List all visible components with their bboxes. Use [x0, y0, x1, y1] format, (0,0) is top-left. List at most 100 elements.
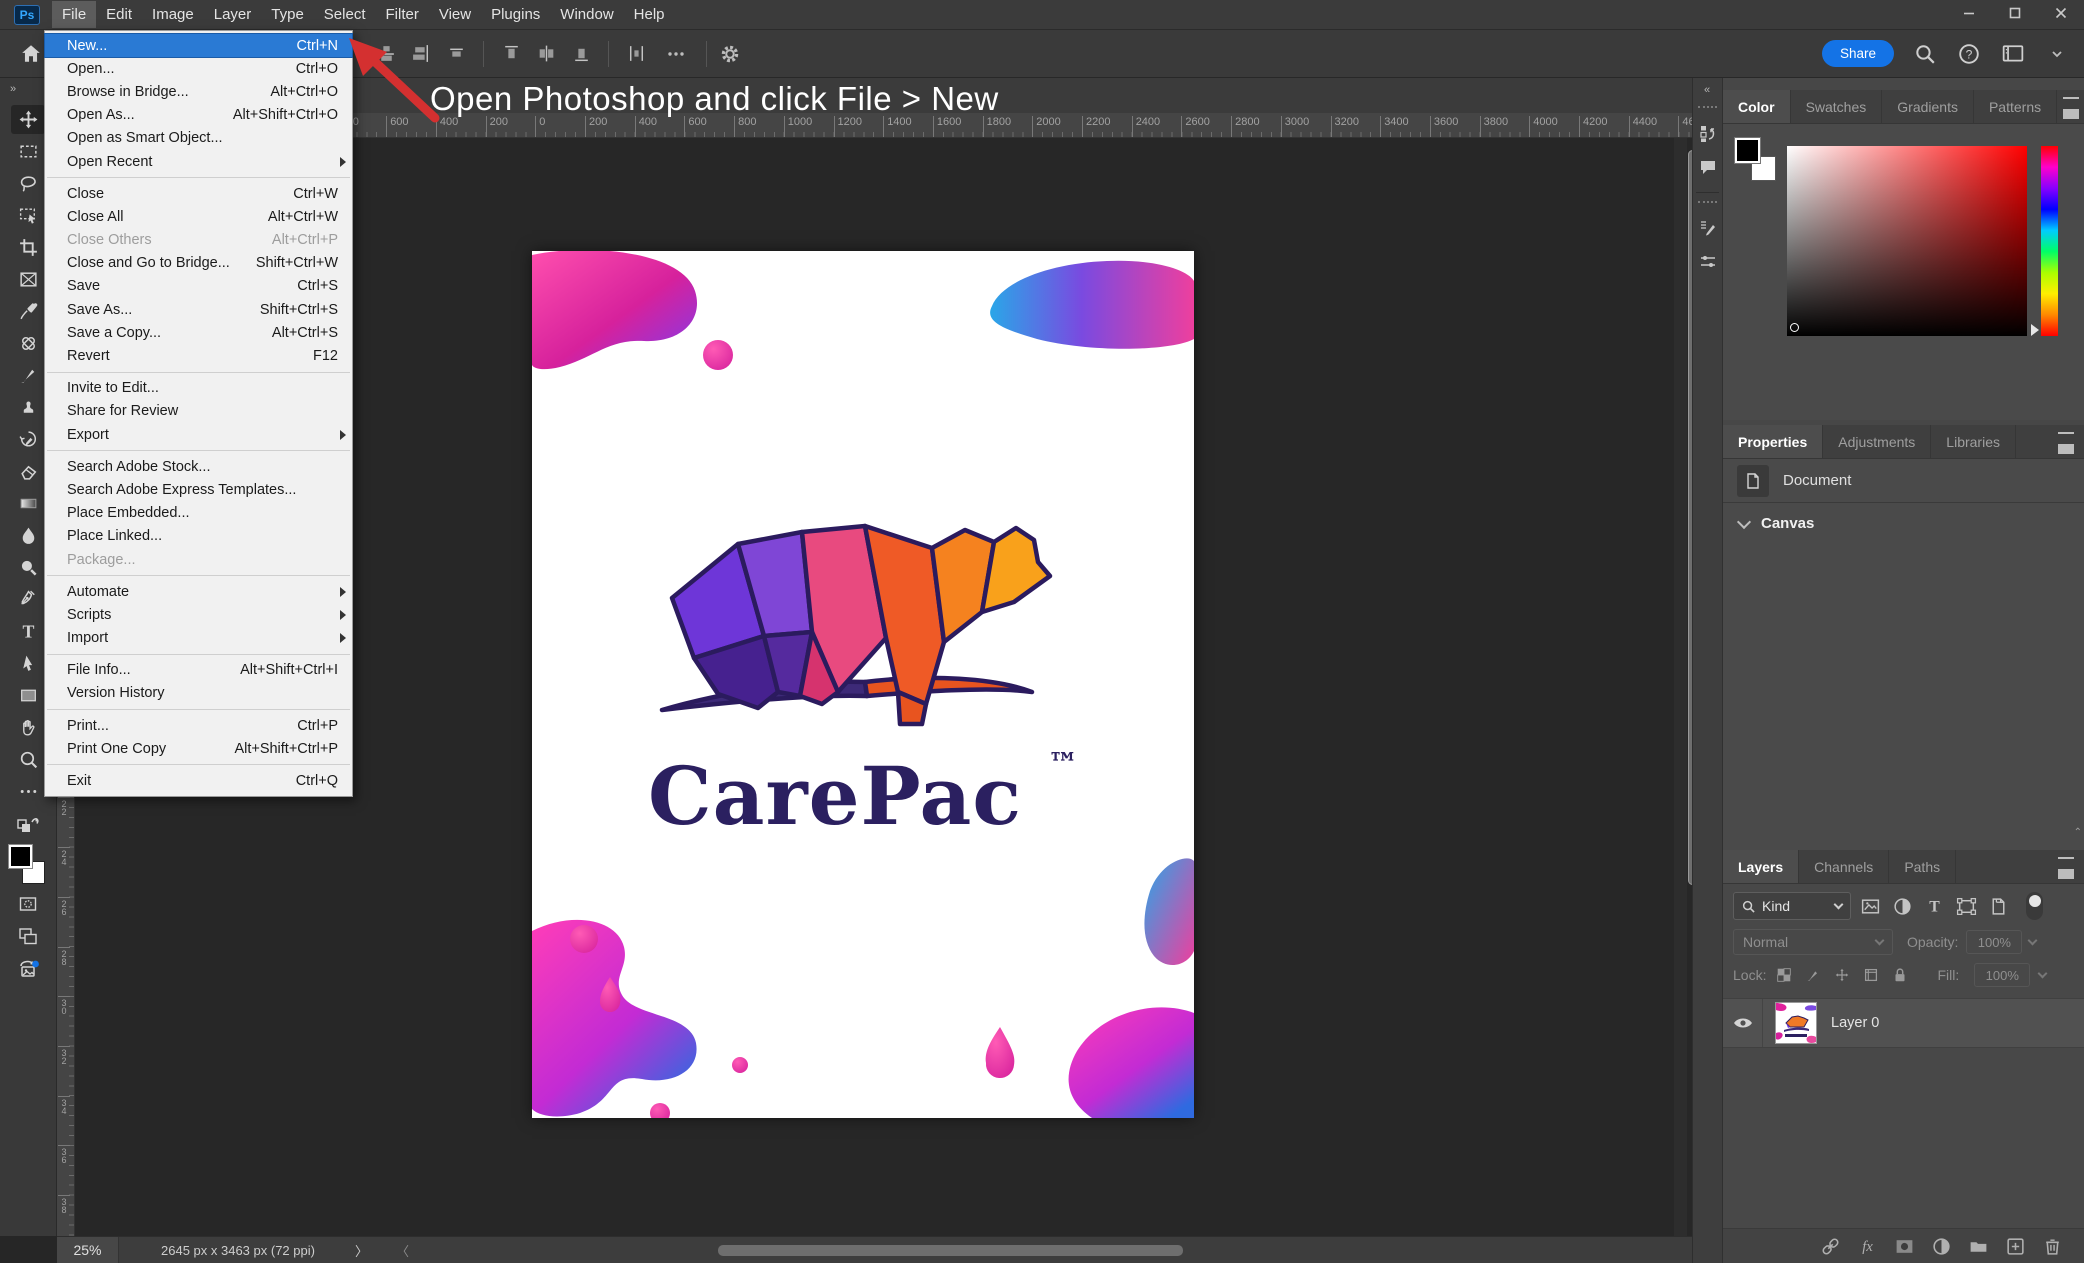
brush-tool[interactable] — [11, 361, 45, 390]
color-tab-patterns[interactable]: Patterns — [1974, 90, 2058, 123]
quick-mask-icon[interactable] — [11, 889, 45, 918]
chevron-down-icon[interactable] — [2037, 968, 2048, 979]
share-button[interactable]: Share — [1821, 40, 1894, 67]
filter-frame-icon[interactable] — [1953, 893, 1980, 919]
file-menu-item-close-all[interactable]: Close All Alt+Ctrl+W — [45, 205, 352, 228]
document-canvas[interactable]: CarePac ™ — [532, 251, 1194, 1118]
align-bottom-edges-icon[interactable] — [567, 41, 595, 67]
lasso-tool[interactable] — [11, 169, 45, 198]
file-menu-item-place-linked[interactable]: Place Linked... — [45, 525, 352, 548]
home-icon[interactable] — [14, 37, 48, 71]
properties-tab-properties[interactable]: Properties — [1723, 425, 1824, 458]
zoom-level[interactable]: 25% — [57, 1237, 119, 1263]
menubar-item-window[interactable]: Window — [550, 1, 623, 28]
blur-tool[interactable] — [11, 521, 45, 550]
marquee-tool[interactable] — [11, 137, 45, 166]
properties-tab-adjustments[interactable]: Adjustments — [1823, 425, 1932, 458]
filter-kind-select[interactable]: Kind — [1733, 892, 1851, 920]
filter-toggle-pill[interactable] — [2026, 892, 2043, 920]
layer-visibility-eye-icon[interactable] — [1723, 999, 1763, 1047]
clone-stamp-tool[interactable] — [11, 393, 45, 422]
layers-tab-paths[interactable]: Paths — [1889, 850, 1957, 883]
screen-mode-icon[interactable] — [11, 921, 45, 950]
file-menu-item-file-info[interactable]: File Info... Alt+Shift+Ctrl+I — [45, 659, 352, 682]
layer-row[interactable]: Layer 0 — [1723, 998, 2084, 1048]
foreground-color-swatch[interactable] — [8, 844, 33, 869]
layer-effects-icon[interactable]: fx — [1856, 1235, 1878, 1257]
eraser-tool[interactable] — [11, 457, 45, 486]
file-menu-item-version-history[interactable]: Version History — [45, 682, 352, 705]
panel-color-swatches[interactable] — [1734, 137, 1781, 184]
document-vertical-scrollbar[interactable] — [1674, 138, 1697, 1236]
move-tool[interactable] — [11, 105, 45, 134]
color-picker-marker[interactable] — [1790, 323, 1799, 332]
gradient-tool[interactable] — [11, 489, 45, 518]
file-menu-item-automate[interactable]: Automate — [45, 580, 352, 603]
blend-mode-select[interactable]: Normal — [1733, 929, 1893, 955]
rectangle-tool[interactable] — [11, 681, 45, 710]
object-selection-tool[interactable] — [11, 201, 45, 230]
history-brush-tool[interactable] — [11, 425, 45, 454]
comments-panel-icon[interactable] — [1693, 150, 1723, 184]
healing-brush-tool[interactable] — [11, 329, 45, 358]
menubar-item-plugins[interactable]: Plugins — [481, 1, 550, 28]
workspace-switcher-icon[interactable] — [2000, 41, 2026, 67]
hand-tool[interactable] — [11, 713, 45, 742]
color-tab-gradients[interactable]: Gradients — [1882, 90, 1974, 123]
menubar-item-select[interactable]: Select — [314, 1, 376, 28]
lock-all-icon[interactable] — [1891, 966, 1910, 985]
hue-slider-marker[interactable] — [2031, 324, 2039, 336]
filter-image-icon[interactable] — [1857, 893, 1884, 919]
file-menu-item-share-for-review[interactable]: Share for Review — [45, 400, 352, 423]
file-menu-item-open-recent[interactable]: Open Recent — [45, 150, 352, 173]
lock-transparency-icon[interactable] — [1775, 966, 1794, 985]
close-button[interactable] — [2038, 0, 2084, 26]
type-tool[interactable]: T — [11, 617, 45, 646]
filter-smart-object-icon[interactable] — [1985, 893, 2012, 919]
file-menu-item-open-as-smart-object[interactable]: Open as Smart Object... — [45, 127, 352, 150]
menubar-item-edit[interactable]: Edit — [96, 1, 142, 28]
foreground-color-swatch[interactable] — [1734, 137, 1761, 164]
file-menu-item-search-adobe-express-templates[interactable]: Search Adobe Express Templates... — [45, 478, 352, 501]
file-menu-item-new[interactable]: New... Ctrl+N — [44, 32, 353, 59]
pen-tool[interactable] — [11, 585, 45, 614]
properties-menu-icon[interactable] — [2047, 425, 2084, 458]
file-menu-item-close-others[interactable]: Close Others Alt+Ctrl+P — [45, 229, 352, 252]
status-chevron-left-icon[interactable]: 〈 — [396, 1241, 409, 1260]
foreground-background-swatches[interactable] — [8, 844, 48, 887]
file-menu-item-open-as[interactable]: Open As... Alt+Shift+Ctrl+O — [45, 104, 352, 127]
path-selection-tool[interactable] — [11, 649, 45, 678]
color-tab-swatches[interactable]: Swatches — [1791, 90, 1883, 123]
layers-menu-icon[interactable] — [2047, 850, 2084, 883]
canvas-section-header[interactable]: Canvas — [1723, 503, 2084, 538]
align-top-edges-icon[interactable] — [497, 41, 525, 67]
panel-expand-icon[interactable]: « — [1693, 78, 1722, 104]
filter-type-icon[interactable]: T — [1921, 893, 1948, 919]
export-share-icon[interactable] — [11, 953, 45, 982]
swap-colors-icon[interactable] — [11, 809, 45, 838]
file-menu-item-invite-to-edit[interactable]: Invite to Edit... — [45, 377, 352, 400]
brush-settings-panel-icon[interactable] — [1693, 211, 1723, 245]
layer-mask-icon[interactable] — [1893, 1235, 1915, 1257]
minimize-button[interactable] — [1946, 0, 1992, 26]
file-menu-item-import[interactable]: Import — [45, 627, 352, 650]
distribute-horizontal-space-icon[interactable] — [622, 41, 650, 67]
lock-artboard-icon[interactable] — [1862, 966, 1881, 985]
menubar-item-layer[interactable]: Layer — [204, 1, 262, 28]
status-chevron-icon[interactable]: 〉 — [355, 1241, 368, 1260]
saturation-brightness-picker[interactable] — [1787, 146, 2027, 336]
tool-presets-panel-icon[interactable] — [1693, 245, 1723, 279]
file-menu-item-place-embedded[interactable]: Place Embedded... — [45, 502, 352, 525]
file-menu-item-close-and-go-to-bridge[interactable]: Close and Go to Bridge... Shift+Ctrl+W — [45, 252, 352, 275]
properties-tab-libraries[interactable]: Libraries — [1931, 425, 2016, 458]
color-menu-icon[interactable] — [2057, 90, 2084, 123]
crop-tool[interactable] — [11, 233, 45, 262]
edit-toolbar[interactable] — [11, 777, 45, 806]
fill-value[interactable]: 100% — [1974, 963, 2031, 987]
hue-slider[interactable] — [2031, 146, 2058, 336]
lock-position-icon[interactable] — [1833, 966, 1852, 985]
new-layer-icon[interactable] — [2004, 1235, 2026, 1257]
dodge-tool[interactable] — [11, 553, 45, 582]
chevron-down-icon[interactable] — [2044, 41, 2070, 67]
link-layers-icon[interactable] — [1819, 1235, 1841, 1257]
